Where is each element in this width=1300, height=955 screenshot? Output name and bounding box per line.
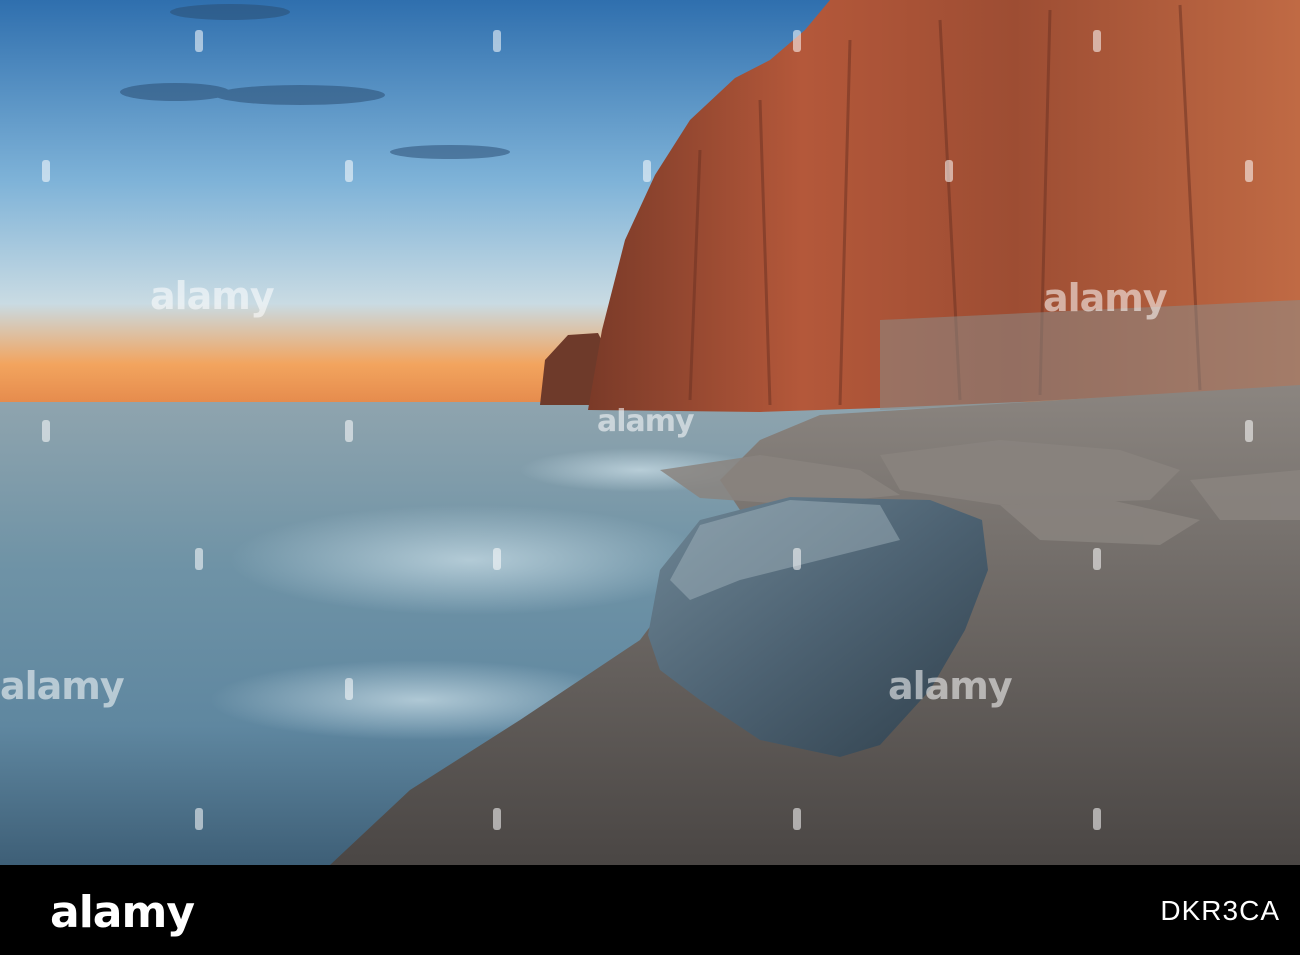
watermark-mark [1093,808,1101,830]
watermark-text: alamy [597,404,695,439]
watermark-mark [1245,420,1253,442]
watermark-mark [345,160,353,182]
watermark-mark [493,548,501,570]
watermark-mark [1245,160,1253,182]
watermark-mark [1093,30,1101,52]
watermark-mark [42,420,50,442]
watermark-mark [793,548,801,570]
watermark-text: alamy [888,664,1013,708]
watermark-mark [945,160,953,182]
brand-logo: alamy [50,887,195,938]
watermark-mark [493,808,501,830]
watermark-mark [1093,548,1101,570]
photo: alamy alamy alamy alamy alamy [0,0,1300,865]
watermark-mark [195,30,203,52]
watermark-mark [195,548,203,570]
watermark-mark [42,160,50,182]
watermark-mark [493,30,501,52]
watermark-text: alamy [1043,276,1168,320]
watermark-text: alamy [150,274,275,318]
watermark-text: alamy [0,664,125,708]
footer-bar: alamy DKR3CA [0,865,1300,955]
watermark-mark [793,30,801,52]
watermark-mark [643,160,651,182]
watermark-mark [195,808,203,830]
watermark-mark [345,420,353,442]
watermark-mark [793,808,801,830]
watermark-mark [345,678,353,700]
image-code: DKR3CA [1160,895,1280,926]
